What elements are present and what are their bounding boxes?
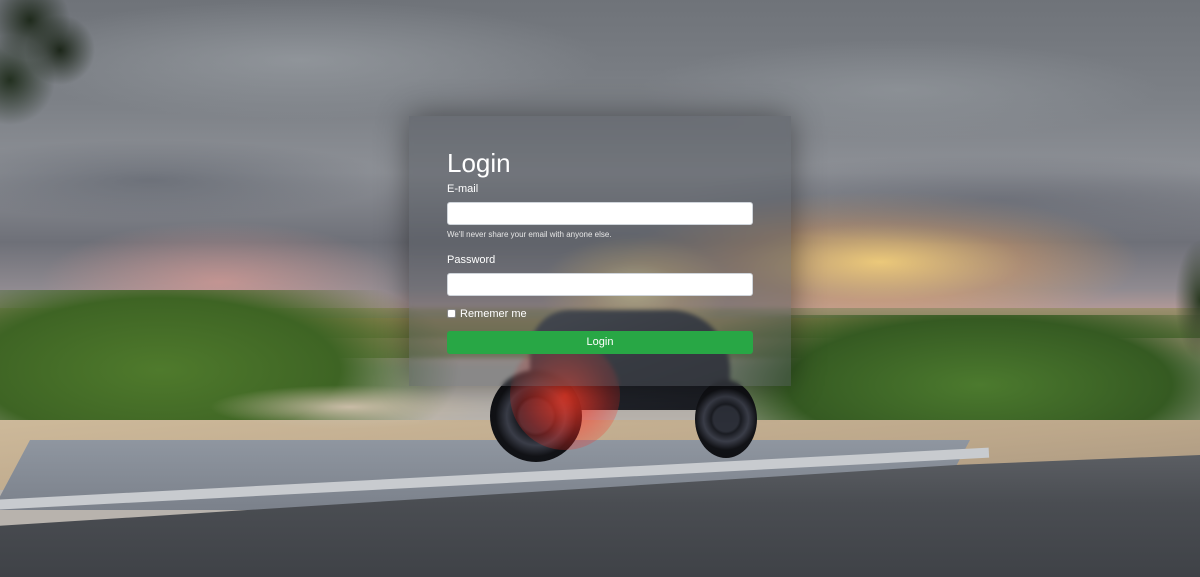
email-help-text: We'll never share your email with anyone…: [447, 230, 612, 239]
tree-right: [1170, 240, 1200, 360]
email-label: E-mail: [447, 183, 479, 195]
tree-left: [0, 0, 110, 150]
remember-me-label[interactable]: Rememer me: [460, 308, 527, 320]
email-field[interactable]: [447, 202, 753, 225]
password-field[interactable]: [447, 273, 753, 296]
login-title: Login: [447, 148, 511, 178]
login-button[interactable]: Login: [447, 331, 753, 354]
dirt-path: [210, 385, 490, 430]
password-label: Password: [447, 254, 496, 266]
remember-me-row[interactable]: Rememer me: [447, 307, 753, 320]
remember-me-checkbox[interactable]: [447, 309, 456, 318]
login-panel: Login E-mail We'll never share your emai…: [409, 116, 791, 386]
motorcycle-front-wheel: [695, 380, 757, 458]
